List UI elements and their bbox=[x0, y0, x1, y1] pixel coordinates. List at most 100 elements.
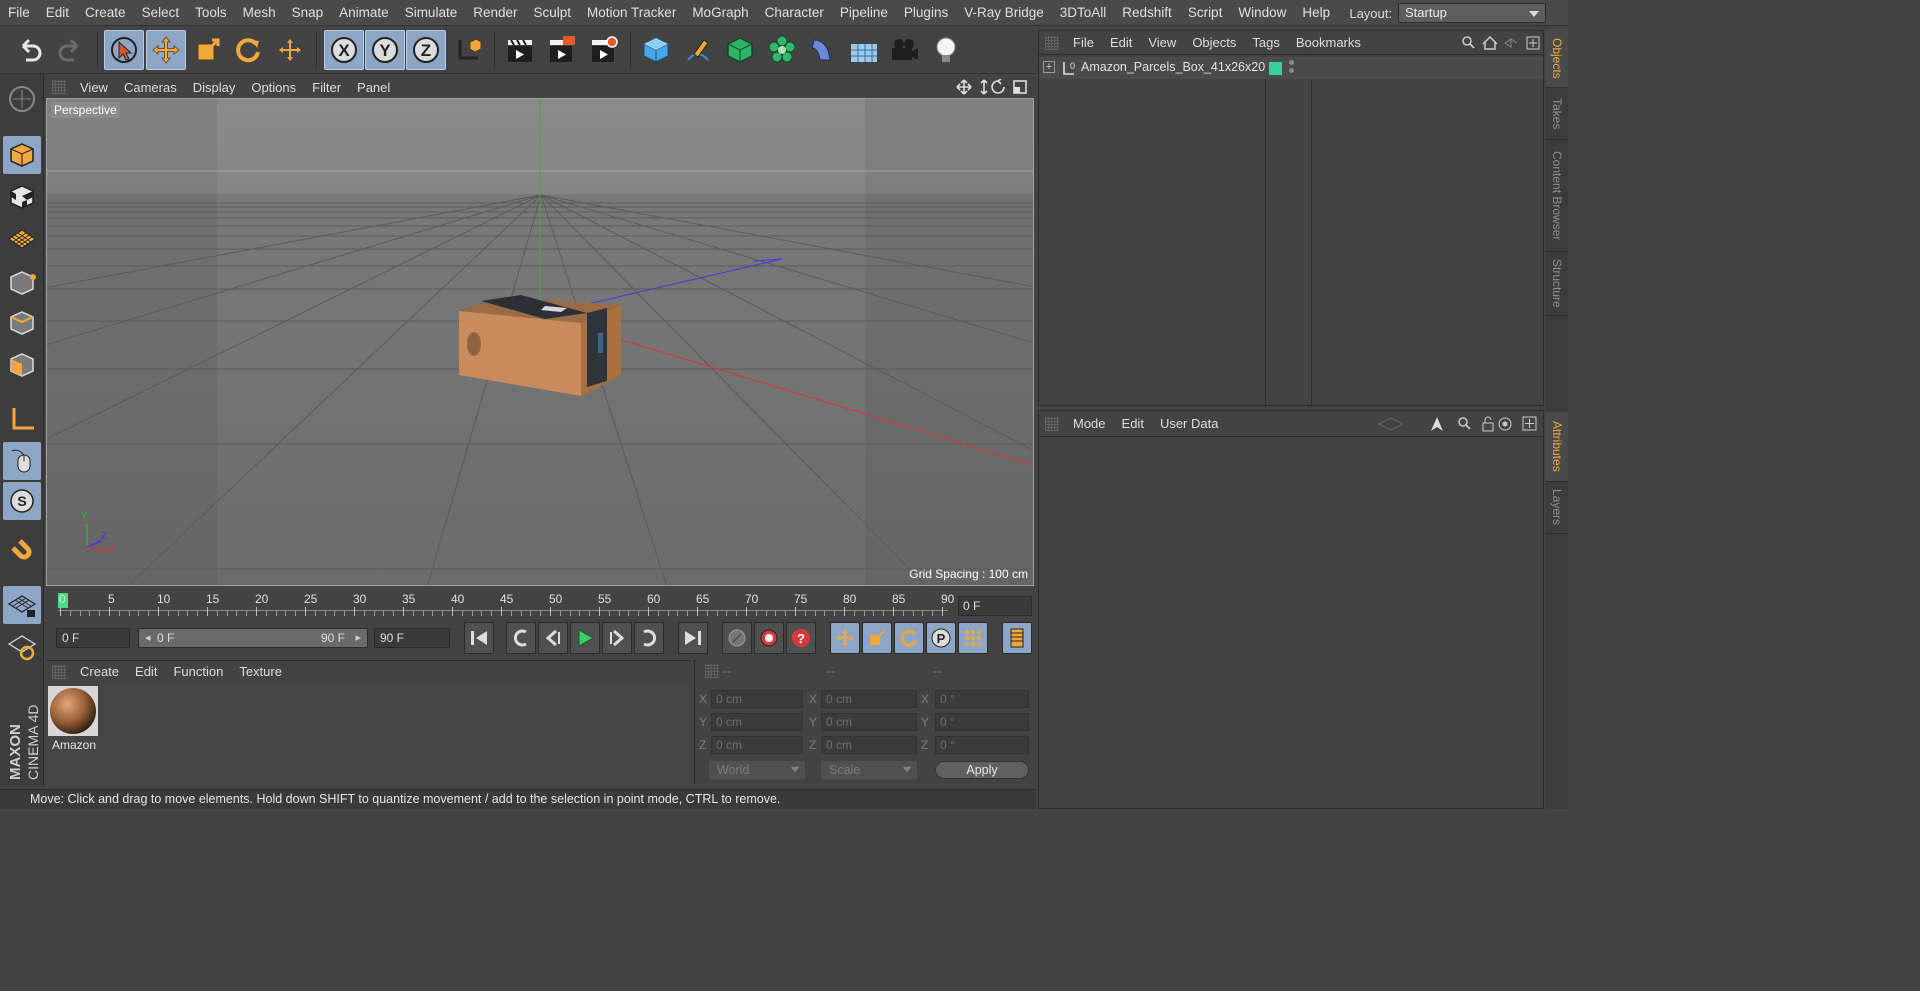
frame-range-slider[interactable]: ◂ 0 F 90 F ▸ bbox=[138, 628, 368, 648]
current-frame-field[interactable]: 0 F bbox=[958, 596, 1032, 616]
scale-tool-button[interactable] bbox=[188, 30, 228, 70]
timeline-window-button[interactable] bbox=[1002, 622, 1032, 654]
key-point-level-button[interactable] bbox=[958, 622, 988, 654]
scale-mode-select[interactable]: Scale bbox=[821, 761, 917, 779]
tab-attributes[interactable]: Attributes bbox=[1546, 412, 1568, 482]
menu-mograph[interactable]: MoGraph bbox=[684, 0, 756, 26]
vp-menu-panel[interactable]: Panel bbox=[349, 80, 398, 95]
obj-menu-view[interactable]: View bbox=[1140, 35, 1184, 50]
mat-menu-texture[interactable]: Texture bbox=[231, 664, 290, 679]
menu-motion-tracker[interactable]: Motion Tracker bbox=[579, 0, 684, 26]
size-x-field[interactable]: 0 cm bbox=[821, 690, 917, 708]
mat-menu-edit[interactable]: Edit bbox=[127, 664, 165, 679]
end-frame-field[interactable]: 90 F bbox=[374, 628, 450, 648]
vp-menu-cameras[interactable]: Cameras bbox=[116, 80, 185, 95]
edges-mode-button[interactable] bbox=[3, 304, 41, 342]
editor-visibility-dot[interactable] bbox=[1289, 60, 1294, 65]
viewport-camera-label[interactable]: Perspective bbox=[51, 102, 120, 118]
menu-snap[interactable]: Snap bbox=[284, 0, 332, 26]
autokeying-button[interactable]: ? bbox=[786, 622, 816, 654]
deformer-button[interactable] bbox=[802, 30, 842, 70]
undo-button[interactable] bbox=[10, 30, 50, 70]
camera-button[interactable] bbox=[884, 30, 924, 70]
position-y-field[interactable]: 0 cm bbox=[711, 713, 803, 731]
key-parameter-button[interactable]: P bbox=[926, 622, 956, 654]
floor-button[interactable] bbox=[844, 30, 884, 70]
go-to-start-button[interactable] bbox=[464, 622, 494, 654]
redo-button[interactable] bbox=[50, 30, 90, 70]
obj-menu-tags[interactable]: Tags bbox=[1244, 35, 1287, 50]
menu-pipeline[interactable]: Pipeline bbox=[832, 0, 896, 26]
obj-menu-file[interactable]: File bbox=[1065, 35, 1102, 50]
object-tree-row[interactable]: + 0 Amazon_Parcels_Box_41x26x20 bbox=[1039, 57, 1543, 79]
rotation-p-field[interactable]: 0 ° bbox=[935, 713, 1029, 731]
render-settings-button[interactable] bbox=[584, 30, 624, 70]
tweak-mode-button[interactable] bbox=[3, 442, 41, 480]
recent-tools-button[interactable] bbox=[270, 30, 310, 70]
cube-button[interactable] bbox=[636, 30, 676, 70]
workplane-mode-button[interactable] bbox=[3, 220, 41, 258]
menu-mesh[interactable]: Mesh bbox=[235, 0, 284, 26]
menu-tools[interactable]: Tools bbox=[187, 0, 235, 26]
polygons-mode-button[interactable] bbox=[3, 346, 41, 384]
vp-menu-display[interactable]: Display bbox=[185, 80, 244, 95]
z-axis-lock-button[interactable]: Z bbox=[406, 30, 446, 70]
record-settings-button[interactable] bbox=[722, 622, 752, 654]
texture-mode-button[interactable] bbox=[3, 178, 41, 216]
rotation-b-field[interactable]: 0 ° bbox=[935, 736, 1029, 754]
tab-takes[interactable]: Takes bbox=[1546, 88, 1568, 140]
x-axis-lock-button[interactable]: X bbox=[324, 30, 364, 70]
viewport-nav-icons[interactable] bbox=[956, 79, 1030, 95]
menu-3dtoall[interactable]: 3DToAll bbox=[1052, 0, 1115, 26]
play-button[interactable] bbox=[570, 622, 600, 654]
points-mode-button[interactable] bbox=[3, 264, 41, 302]
position-x-field[interactable]: 0 cm bbox=[711, 690, 803, 708]
go-to-end-button[interactable] bbox=[678, 622, 708, 654]
start-frame-field[interactable]: 0 F bbox=[56, 628, 130, 648]
menu-create[interactable]: Create bbox=[77, 0, 134, 26]
make-editable-button[interactable] bbox=[3, 80, 41, 118]
mat-menu-create[interactable]: Create bbox=[72, 664, 127, 679]
rotate-tool-button[interactable] bbox=[228, 30, 268, 70]
record-active-objects-button[interactable] bbox=[754, 622, 784, 654]
menu-help[interactable]: Help bbox=[1294, 0, 1338, 26]
layer-color-swatch[interactable] bbox=[1269, 62, 1282, 75]
subdivision-surface-button[interactable] bbox=[720, 30, 760, 70]
tab-objects[interactable]: Objects bbox=[1546, 30, 1568, 88]
attr-menu-edit[interactable]: Edit bbox=[1114, 416, 1152, 431]
vp-menu-options[interactable]: Options bbox=[243, 80, 304, 95]
move-tool-button[interactable] bbox=[146, 30, 186, 70]
solo-mode-button[interactable]: S bbox=[3, 482, 41, 520]
snapping-button[interactable] bbox=[3, 532, 41, 570]
position-z-field[interactable]: 0 cm bbox=[711, 736, 803, 754]
size-z-field[interactable]: 0 cm bbox=[821, 736, 917, 754]
perspective-viewport[interactable]: Perspective Y Z X Grid Spacing : 100 cm bbox=[46, 98, 1034, 586]
attr-menu-mode[interactable]: Mode bbox=[1065, 416, 1114, 431]
menu-script[interactable]: Script bbox=[1180, 0, 1231, 26]
menu-edit[interactable]: Edit bbox=[38, 0, 77, 26]
coordinate-mode-select[interactable]: World bbox=[709, 761, 805, 779]
next-key-button[interactable] bbox=[634, 622, 664, 654]
menu-simulate[interactable]: Simulate bbox=[397, 0, 466, 26]
light-button[interactable] bbox=[926, 30, 966, 70]
coordinate-system-button[interactable] bbox=[448, 30, 488, 70]
size-y-field[interactable]: 0 cm bbox=[821, 713, 917, 731]
menu-select[interactable]: Select bbox=[134, 0, 188, 26]
cloner-button[interactable] bbox=[762, 30, 802, 70]
menu-animate[interactable]: Animate bbox=[331, 0, 397, 26]
attr-menu-user-data[interactable]: User Data bbox=[1152, 416, 1227, 431]
axis-mode-button[interactable] bbox=[3, 400, 41, 438]
render-picture-viewer-button[interactable] bbox=[542, 30, 582, 70]
key-scale-button[interactable] bbox=[862, 622, 892, 654]
menu-sculpt[interactable]: Sculpt bbox=[526, 0, 580, 26]
mat-menu-function[interactable]: Function bbox=[165, 664, 231, 679]
previous-frame-button[interactable] bbox=[538, 622, 568, 654]
model-mode-button[interactable] bbox=[3, 136, 41, 174]
key-position-button[interactable] bbox=[830, 622, 860, 654]
apply-button[interactable]: Apply bbox=[935, 761, 1029, 779]
tab-structure[interactable]: Structure bbox=[1546, 252, 1568, 316]
obj-menu-objects[interactable]: Objects bbox=[1184, 35, 1244, 50]
obj-menu-edit[interactable]: Edit bbox=[1102, 35, 1140, 50]
menu-window[interactable]: Window bbox=[1230, 0, 1294, 26]
menu-redshift[interactable]: Redshift bbox=[1114, 0, 1180, 26]
